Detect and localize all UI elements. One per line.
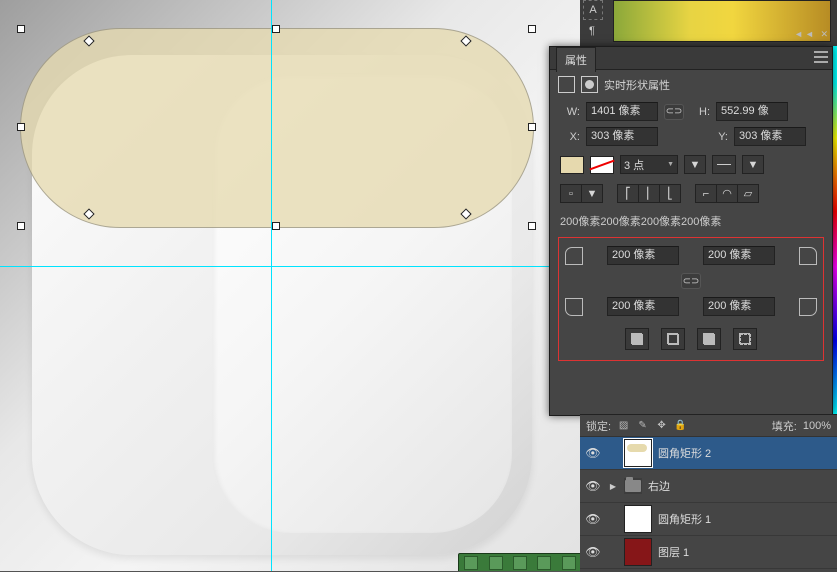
layer-row[interactable]: 👁 圆角矩形 2: [580, 437, 837, 470]
corner-tl-field[interactable]: 200 像素: [607, 246, 679, 265]
properties-panel: ◄◄ ✕ 属性 实时形状属性 W: 1401 像素 ⊂⊃ H: 552.99 像…: [549, 46, 833, 416]
stroke-options-button[interactable]: ▼: [684, 155, 706, 174]
panel-menu-icon[interactable]: [814, 51, 828, 63]
selection-handle[interactable]: [528, 222, 536, 230]
corner-bl-field[interactable]: 200 像素: [607, 297, 679, 316]
join-round[interactable]: ◠: [716, 184, 737, 203]
expand-icon[interactable]: ▶: [608, 482, 618, 491]
stroke-width-field[interactable]: 3 点▼: [620, 155, 678, 174]
visibility-toggle[interactable]: 👁: [584, 446, 602, 460]
corner-tl-icon[interactable]: [565, 247, 583, 265]
cap-round[interactable]: ⎢: [638, 184, 659, 203]
rounded-rect-2-shape[interactable]: [20, 28, 534, 228]
x-field[interactable]: 303 像素: [586, 127, 658, 146]
height-field[interactable]: 552.99 像: [716, 102, 788, 121]
join-group: ⌐ ◠ ▱: [695, 184, 759, 203]
stroke-align-inside[interactable]: ▫: [560, 184, 581, 203]
visibility-toggle[interactable]: 👁: [584, 545, 602, 559]
canvas[interactable]: [0, 0, 580, 571]
cap-butt[interactable]: ⎡: [617, 184, 638, 203]
fill-swatch[interactable]: [560, 156, 584, 174]
corner-tr-icon[interactable]: [799, 247, 817, 265]
corner-tr-field[interactable]: 200 像素: [703, 246, 775, 265]
corner-bl-icon[interactable]: [565, 298, 583, 316]
y-field[interactable]: 303 像素: [734, 127, 806, 146]
guide-vertical[interactable]: [271, 0, 272, 571]
pathop-exclude[interactable]: [733, 328, 757, 350]
panel-tab-bar: 属性: [550, 47, 832, 70]
selection-handle[interactable]: [528, 25, 536, 33]
stroke-align-group: ▫ ▼: [560, 184, 603, 203]
layer-name[interactable]: 右边: [648, 478, 670, 494]
layer-name[interactable]: 图层 1: [658, 544, 689, 560]
stroke-style-button[interactable]: [712, 155, 736, 174]
lock-label: 锁定:: [586, 418, 611, 434]
layer-row[interactable]: 👁 圆角矩形 1: [580, 503, 837, 536]
bottom-tool-fragment: [458, 553, 580, 571]
link-corners-icon[interactable]: ⊂⊃: [681, 273, 701, 289]
character-panel-icon[interactable]: A: [583, 0, 603, 20]
join-bevel[interactable]: ▱: [737, 184, 759, 203]
cap-group: ⎡ ⎢ ⎣: [617, 184, 681, 203]
selection-handle[interactable]: [17, 222, 25, 230]
width-field[interactable]: 1401 像素: [586, 102, 658, 121]
layer-thumb[interactable]: [624, 538, 652, 566]
stroke-style-drop[interactable]: ▼: [742, 155, 764, 174]
layer-name[interactable]: 圆角矩形 1: [658, 511, 711, 527]
visibility-toggle[interactable]: 👁: [584, 479, 602, 493]
lock-move-icon[interactable]: ✥: [655, 419, 668, 432]
lock-transparent-icon[interactable]: ▨: [617, 419, 630, 432]
lock-brush-icon[interactable]: ✎: [636, 419, 649, 432]
selection-handle[interactable]: [17, 25, 25, 33]
stroke-swatch[interactable]: [590, 156, 614, 174]
corner-radius-section: 200 像素 200 像素 ⊂⊃ 200 像素 200 像素: [558, 237, 824, 361]
lock-all-icon[interactable]: 🔒: [674, 419, 687, 432]
layer-row[interactable]: 👁 图层 1: [580, 536, 837, 569]
label-y: Y:: [708, 131, 728, 143]
fill-label: 填充:: [772, 418, 797, 434]
panel-collapse-icon[interactable]: ◄◄ ✕: [794, 29, 830, 40]
label-x: X:: [560, 131, 580, 143]
selection-handle[interactable]: [17, 123, 25, 131]
selection-handle[interactable]: [272, 25, 280, 33]
join-miter[interactable]: ⌐: [695, 184, 716, 203]
label-w: W:: [560, 106, 580, 118]
fill-value[interactable]: 100%: [803, 420, 831, 432]
layers-panel: 锁定: ▨ ✎ ✥ 🔒 填充: 100% 👁 圆角矩形 2 👁 ▶ 右边 👁 圆…: [580, 414, 837, 572]
guide-horizontal[interactable]: [0, 266, 580, 267]
paragraph-panel-icon[interactable]: ¶: [583, 22, 601, 40]
pathop-subtract[interactable]: [661, 328, 685, 350]
selection-handle[interactable]: [528, 123, 536, 131]
pathop-unite[interactable]: [625, 328, 649, 350]
link-wh-icon[interactable]: ⊂⊃: [664, 104, 684, 120]
selection-handle[interactable]: [272, 222, 280, 230]
folder-icon[interactable]: [624, 478, 642, 494]
mask-icon: [581, 76, 598, 93]
shape-bounds-icon: [558, 76, 575, 93]
cap-square[interactable]: ⎣: [659, 184, 681, 203]
layer-thumb[interactable]: [624, 439, 652, 467]
corner-br-icon[interactable]: [799, 298, 817, 316]
layer-name[interactable]: 圆角矩形 2: [658, 445, 711, 461]
label-h: H:: [690, 106, 710, 118]
corner-summary: 200像素200像素200像素200像素: [550, 207, 832, 235]
tab-properties[interactable]: 属性: [556, 47, 596, 72]
pathop-intersect[interactable]: [697, 328, 721, 350]
visibility-toggle[interactable]: 👁: [584, 512, 602, 526]
layers-lock-row: 锁定: ▨ ✎ ✥ 🔒 填充: 100%: [580, 415, 837, 437]
stroke-align-drop[interactable]: ▼: [581, 184, 603, 203]
layer-thumb[interactable]: [624, 505, 652, 533]
panel-header: 实时形状属性: [550, 70, 832, 99]
corner-br-field[interactable]: 200 像素: [703, 297, 775, 316]
layer-row[interactable]: 👁 ▶ 右边: [580, 470, 837, 503]
panel-title: 实时形状属性: [604, 77, 670, 93]
